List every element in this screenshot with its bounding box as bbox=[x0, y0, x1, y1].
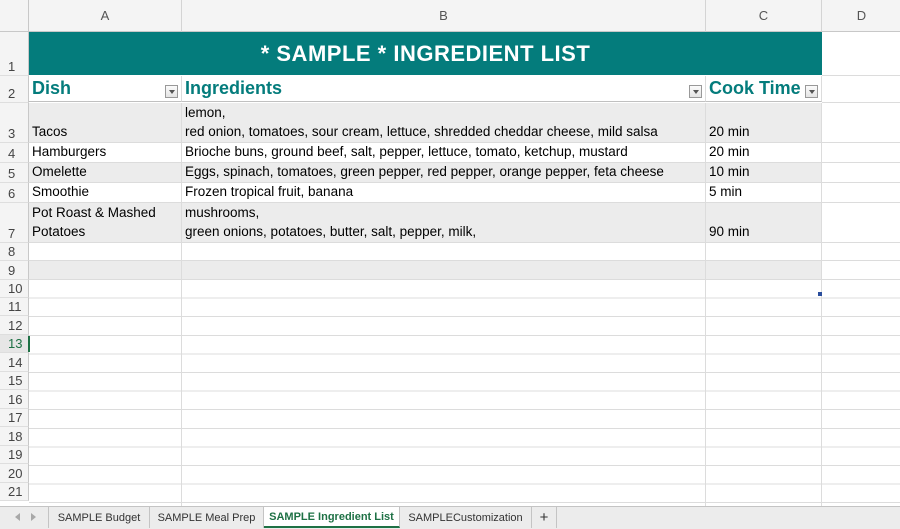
row-header[interactable]: 18 bbox=[0, 427, 29, 446]
cell-d2[interactable] bbox=[822, 76, 900, 103]
row-header[interactable]: 1 bbox=[0, 32, 29, 76]
empty-cell[interactable] bbox=[182, 261, 706, 280]
sheet-tab-customization[interactable]: SAMPLECustomization bbox=[400, 507, 532, 528]
cook-time-header-label: Cook Time bbox=[709, 78, 801, 99]
column-header-c[interactable]: C bbox=[706, 0, 822, 32]
ingredients-text: Frozen tropical fruit, banana bbox=[185, 183, 702, 201]
scroll-tabs-left-icon[interactable] bbox=[15, 513, 20, 521]
active-cell-indicator bbox=[28, 336, 30, 352]
empty-cell[interactable] bbox=[822, 243, 900, 261]
cell-d5[interactable] bbox=[822, 163, 900, 183]
table-row-tacos-ingredients[interactable]: Boneless skinless chicken breasts, taco … bbox=[182, 103, 706, 143]
row-header[interactable]: 14 bbox=[0, 353, 29, 372]
dish-name: Hamburgers bbox=[32, 143, 178, 161]
table-row-hamburgers-ingredients[interactable]: Brioche buns, ground beef, salt, pepper,… bbox=[182, 143, 706, 163]
table-row-omelette-dish[interactable]: Omelette bbox=[29, 163, 182, 183]
ingredients-text: Brioche buns, ground beef, salt, pepper,… bbox=[185, 143, 702, 161]
table-row-hamburgers-cook-time[interactable]: 20 min bbox=[706, 143, 822, 163]
cook-time-value: 5 min bbox=[709, 183, 818, 201]
column-header-d[interactable]: D bbox=[822, 0, 900, 32]
row-header[interactable]: 7 bbox=[0, 203, 29, 243]
table-row-pot-roast-ingredients[interactable]: Beef roast, creole seasoning, garlic, ol… bbox=[182, 203, 706, 243]
column-header-b[interactable]: B bbox=[182, 0, 706, 32]
row-header[interactable]: 9 bbox=[0, 261, 29, 280]
selection-fill-handle[interactable] bbox=[818, 292, 822, 296]
row-header[interactable]: 10 bbox=[0, 280, 29, 298]
table-row-smoothie-cook-time[interactable]: 5 min bbox=[706, 183, 822, 203]
row-header[interactable]: 20 bbox=[0, 464, 29, 483]
empty-cell[interactable] bbox=[182, 243, 706, 261]
row-header[interactable]: 21 bbox=[0, 483, 29, 501]
table-row-hamburgers-dish[interactable]: Hamburgers bbox=[29, 143, 182, 163]
ingredients-text: Eggs, spinach, tomatoes, green pepper, r… bbox=[185, 163, 702, 181]
table-row-omelette-cook-time[interactable]: 10 min bbox=[706, 163, 822, 183]
table-row-omelette-ingredients[interactable]: Eggs, spinach, tomatoes, green pepper, r… bbox=[182, 163, 706, 183]
sheet-tab-meal-prep[interactable]: SAMPLE Meal Prep bbox=[150, 507, 264, 528]
row-header[interactable]: 11 bbox=[0, 298, 29, 316]
ingredients-filter-dropdown-icon[interactable] bbox=[689, 85, 702, 98]
dish-header-label: Dish bbox=[32, 78, 71, 99]
dish-header-cell[interactable]: Dish bbox=[29, 76, 182, 102]
table-row-tacos-cook-time[interactable]: 20 min bbox=[706, 103, 822, 143]
cook-time-value: 10 min bbox=[709, 163, 818, 181]
dish-name: Tacos bbox=[32, 122, 178, 141]
table-row-smoothie-dish[interactable]: Smoothie bbox=[29, 183, 182, 203]
table-row-pot-roast-dish[interactable]: Pot Roast & Mashed Potatoes bbox=[29, 203, 182, 243]
row-header[interactable]: 19 bbox=[0, 446, 29, 464]
spreadsheet-grid[interactable]: A B C D 1 2 3 4 5 6 7 8 9 10 11 12 13 14… bbox=[0, 0, 900, 506]
row-header[interactable]: 6 bbox=[0, 183, 29, 203]
row-header[interactable]: 4 bbox=[0, 143, 29, 163]
cell-d7[interactable] bbox=[822, 203, 900, 243]
ingredients-line-2: red onion, tomatoes, sour cream, lettuce… bbox=[185, 122, 702, 141]
cell-d1[interactable] bbox=[822, 32, 900, 76]
sheet-title[interactable]: * SAMPLE * INGREDIENT LIST bbox=[29, 32, 822, 75]
sheet-tab-ingredient-list[interactable]: SAMPLE Ingredient List bbox=[264, 507, 400, 528]
dish-name: Omelette bbox=[32, 163, 178, 181]
ingredients-line-1: Beef roast, creole seasoning, garlic, ol… bbox=[185, 203, 702, 222]
cook-time-value: 90 min bbox=[709, 222, 818, 241]
sheet-tab-budget[interactable]: SAMPLE Budget bbox=[48, 507, 150, 528]
cell-d3[interactable] bbox=[822, 103, 900, 143]
sheet-tab-bar: SAMPLE Budget SAMPLE Meal Prep SAMPLE In… bbox=[0, 506, 900, 529]
ingredients-header-cell[interactable]: Ingredients bbox=[182, 76, 706, 102]
cook-time-header-cell[interactable]: Cook Time bbox=[706, 76, 822, 102]
row-header[interactable]: 17 bbox=[0, 409, 29, 427]
empty-cell[interactable] bbox=[29, 243, 182, 261]
column-header-a[interactable]: A bbox=[29, 0, 182, 32]
cell-d6[interactable] bbox=[822, 183, 900, 203]
ingredients-header-label: Ingredients bbox=[185, 78, 282, 99]
row-header[interactable]: 2 bbox=[0, 76, 29, 103]
select-all-corner[interactable] bbox=[0, 0, 29, 32]
dish-name-line-1: Pot Roast & Mashed bbox=[32, 203, 178, 222]
table-row-pot-roast-cook-time[interactable]: 90 min bbox=[706, 203, 822, 243]
cook-time-filter-dropdown-icon[interactable] bbox=[805, 85, 818, 98]
table-row-tacos-dish[interactable]: Tacos bbox=[29, 103, 182, 143]
row-header[interactable]: 16 bbox=[0, 390, 29, 409]
empty-grid-area[interactable] bbox=[29, 280, 900, 506]
empty-cell[interactable] bbox=[706, 243, 822, 261]
row-header-active[interactable]: 13 bbox=[0, 335, 29, 353]
row-header[interactable]: 3 bbox=[0, 103, 29, 143]
cook-time-value: 20 min bbox=[709, 122, 818, 141]
ingredients-line-1: Boneless skinless chicken breasts, taco … bbox=[185, 103, 702, 122]
cell-d4[interactable] bbox=[822, 143, 900, 163]
dish-name-line-2: Potatoes bbox=[32, 222, 178, 241]
row-header[interactable]: 5 bbox=[0, 163, 29, 183]
dish-name: Smoothie bbox=[32, 183, 178, 201]
empty-cell[interactable] bbox=[29, 261, 182, 280]
row-header[interactable]: 8 bbox=[0, 243, 29, 261]
row-header[interactable]: 15 bbox=[0, 372, 29, 390]
empty-cell[interactable] bbox=[822, 261, 900, 280]
ingredients-line-2: green onions, potatoes, butter, salt, pe… bbox=[185, 222, 702, 241]
scroll-tabs-right-icon[interactable] bbox=[31, 513, 36, 521]
cook-time-value: 20 min bbox=[709, 143, 818, 161]
table-row-smoothie-ingredients[interactable]: Frozen tropical fruit, banana bbox=[182, 183, 706, 203]
add-sheet-button[interactable]: + bbox=[532, 507, 557, 528]
dish-filter-dropdown-icon[interactable] bbox=[165, 85, 178, 98]
empty-cell[interactable] bbox=[706, 261, 822, 280]
row-header[interactable]: 12 bbox=[0, 316, 29, 335]
